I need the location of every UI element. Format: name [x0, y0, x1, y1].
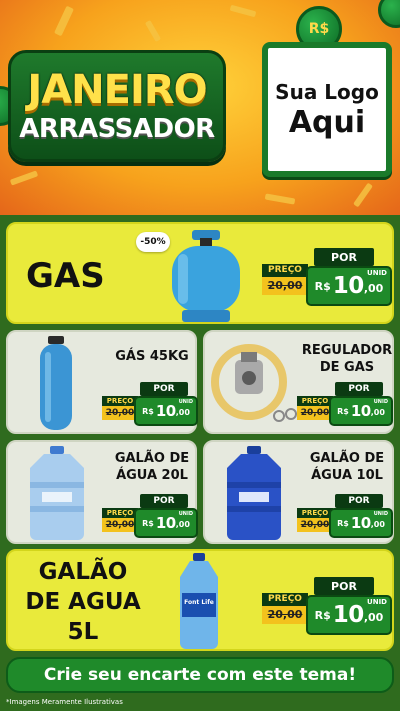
preco-label: PREÇO [262, 264, 308, 277]
product-name: GALÃO DE AGUA 5L [20, 557, 146, 647]
currency: R$ [142, 518, 154, 528]
price-tag: POR PREÇO 20,00 R$ 10 ,00 UNID [102, 382, 198, 428]
old-price: 20,00 [262, 606, 308, 624]
product-name-line-3: 5L [67, 619, 99, 645]
product-card-gas: GAS POR PREÇO 20,00 R$ 10 ,00 UNID [6, 222, 394, 324]
current-price: R$ 10 ,00 UNID [306, 595, 392, 635]
price-value: 10 [350, 514, 371, 532]
old-price-box: PREÇO 20,00 [297, 396, 333, 426]
preco-label: PREÇO [297, 508, 333, 518]
old-price: 20,00 [297, 406, 333, 420]
logo-text-line-1: Sua Logo [275, 79, 379, 104]
price-tag: POR PREÇO 20,00 R$ 10 ,00 UNID [297, 382, 393, 428]
price-cents: ,00 [363, 611, 384, 624]
old-price-box: PREÇO 20,00 [102, 508, 138, 538]
preco-label: PREÇO [102, 508, 138, 518]
price-cents: ,00 [370, 408, 385, 417]
price-tag: POR PREÇO 20,00 R$ 10 ,00 UNID [262, 577, 392, 637]
current-price: R$ 10 ,00 UNID [329, 508, 393, 538]
unit-label: UNID [178, 511, 193, 517]
old-price-box: PREÇO 20,00 [262, 264, 308, 300]
por-label: POR [314, 577, 374, 595]
confetti [144, 19, 162, 43]
old-price-box: PREÇO 20,00 [297, 508, 333, 538]
por-label: POR [335, 494, 383, 508]
product-name: GALÃO DE ÁGUA 20L [114, 451, 190, 483]
product-card-galao-10l: GALÃO DE ÁGUA 10L POR PREÇO 20,00 R$ 10 … [203, 440, 394, 544]
preco-label: PREÇO [297, 396, 333, 406]
confetti [229, 4, 257, 18]
old-price-box: PREÇO 20,00 [262, 593, 308, 629]
footnote: *Imagens Meramente Ilustrativas [6, 698, 123, 706]
por-label: POR [140, 494, 188, 508]
product-name-line-1: GALÃO [38, 559, 128, 585]
unit-label: UNID [178, 399, 193, 405]
price-value: 10 [350, 402, 371, 420]
current-price: R$ 10 ,00 UNID [329, 396, 393, 426]
coin-icon [378, 0, 400, 28]
gas-45kg-cylinder-icon [40, 336, 72, 430]
price-cents: ,00 [370, 520, 385, 529]
price-tag: POR PREÇO 20,00 R$ 10 ,00 UNID [262, 248, 392, 308]
old-price: 20,00 [102, 406, 138, 420]
confetti [264, 193, 296, 205]
current-price: R$ 10 ,00 UNID [134, 396, 198, 426]
title-badge: JANEIRO ARRASSADOR [8, 50, 226, 162]
price-tag: POR PREÇO 20,00 R$ 10 ,00 UNID [297, 494, 393, 540]
preco-label: PREÇO [102, 396, 138, 406]
header-banner: R$ JANEIRO ARRASSADOR Sua Logo Aqui [0, 0, 400, 215]
water-jug-20l-icon [30, 446, 84, 540]
por-label: POR [314, 248, 374, 266]
old-price-box: PREÇO 20,00 [102, 396, 138, 426]
unit-label: UNID [373, 511, 388, 517]
water-jug-10l-icon [227, 446, 281, 540]
bottle-brand-label: Font Life [184, 599, 214, 606]
currency: R$ [314, 279, 331, 293]
price-value: 10 [332, 602, 365, 628]
old-price: 20,00 [102, 518, 138, 532]
product-card-galao-5l: GALÃO DE AGUA 5L Font Life POR PREÇO 20,… [6, 549, 394, 651]
product-name-line-2: DE AGUA [25, 589, 141, 615]
logo-text-line-2: Aqui [288, 104, 366, 140]
unit-label: UNID [373, 399, 388, 405]
confetti [9, 170, 39, 186]
por-label: POR [140, 382, 188, 396]
cta-banner[interactable]: Crie seu encarte com este tema! [6, 657, 394, 693]
title-line-1: JANEIRO [27, 67, 207, 113]
price-cents: ,00 [175, 520, 190, 529]
price-cents: ,00 [175, 408, 190, 417]
por-label: POR [335, 382, 383, 396]
current-price: R$ 10 ,00 UNID [134, 508, 198, 538]
old-price: 20,00 [297, 518, 333, 532]
price-value: 10 [155, 402, 176, 420]
product-name: REGULADOR DE GAS [301, 343, 393, 375]
price-cents: ,00 [363, 282, 384, 295]
gas-regulator-icon [211, 344, 297, 422]
logo-placeholder: Sua Logo Aqui [262, 42, 392, 177]
discount-badge: -50% [136, 232, 170, 252]
confetti [353, 182, 373, 208]
preco-label: PREÇO [262, 593, 308, 606]
currency: R$ [337, 406, 349, 416]
price-value: 10 [332, 273, 365, 299]
currency: R$ [337, 518, 349, 528]
confetti [54, 5, 74, 37]
currency: R$ [314, 608, 331, 622]
unit-label: UNID [367, 269, 387, 277]
product-card-gas-45kg: GÁS 45KG POR PREÇO 20,00 R$ 10 ,00 UNID [6, 330, 198, 434]
product-card-regulador: REGULADOR DE GAS POR PREÇO 20,00 R$ 10 ,… [203, 330, 394, 434]
current-price: R$ 10 ,00 UNID [306, 266, 392, 306]
unit-label: UNID [367, 598, 387, 606]
product-card-galao-20l: GALÃO DE ÁGUA 20L POR PREÇO 20,00 R$ 10 … [6, 440, 198, 544]
product-name: GÁS 45KG [115, 349, 189, 364]
old-price: 20,00 [262, 277, 308, 295]
gas-cylinder-icon [172, 230, 240, 322]
product-name: GALÃO DE ÁGUA 10L [309, 451, 385, 483]
price-value: 10 [155, 514, 176, 532]
price-tag: POR PREÇO 20,00 R$ 10 ,00 UNID [102, 494, 198, 540]
currency: R$ [142, 406, 154, 416]
title-line-2: ARRASSADOR [19, 114, 215, 144]
product-name: GAS [26, 256, 105, 296]
